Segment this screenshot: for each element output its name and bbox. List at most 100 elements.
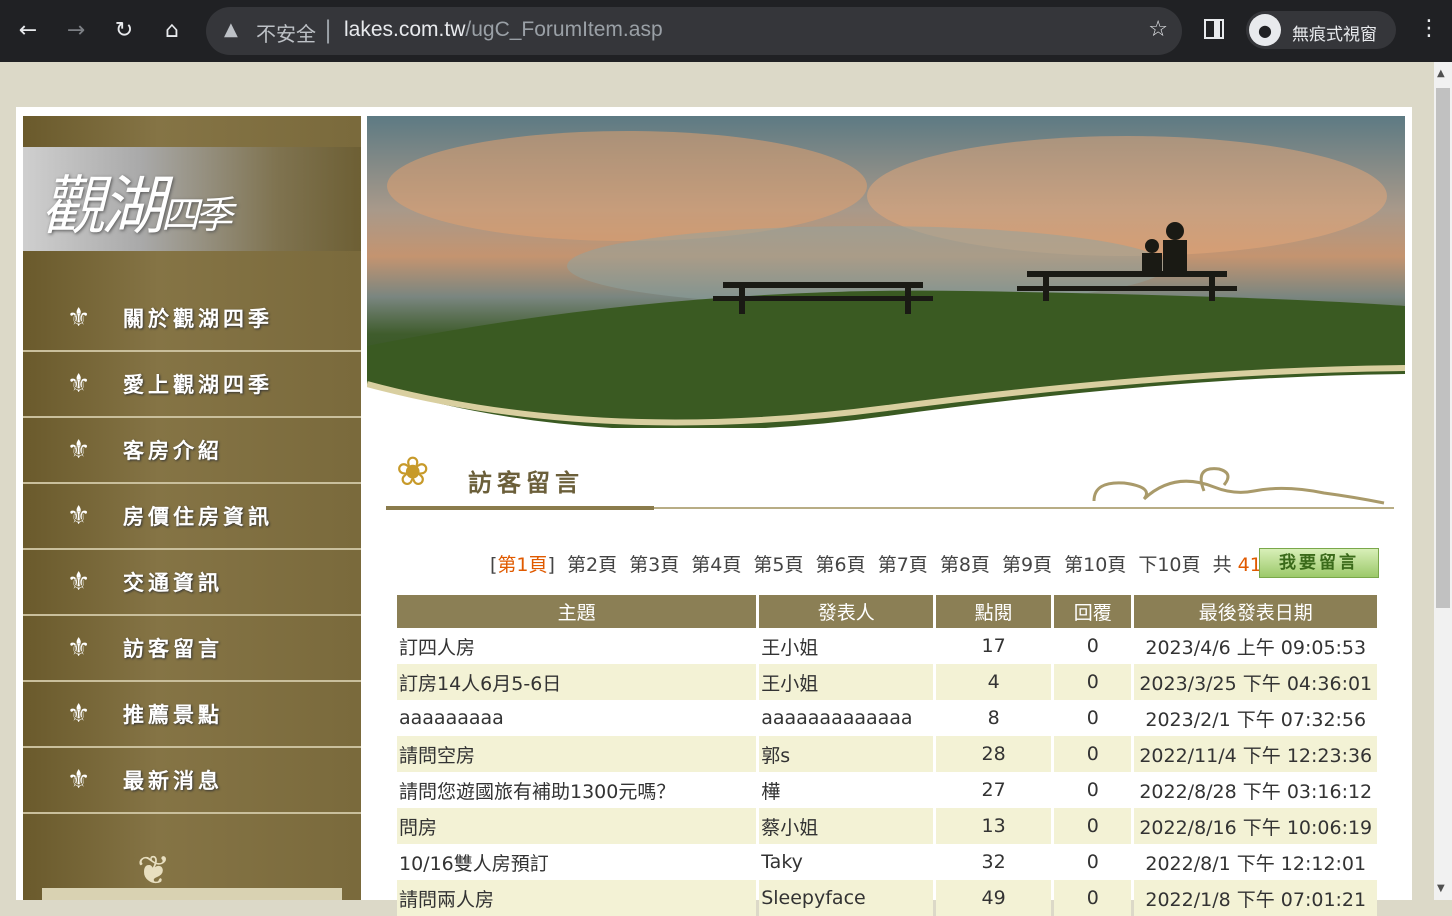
fleur-de-lis-icon: ⚜	[67, 369, 91, 399]
sidebar: 觀湖四季 ⚜ 關於觀湖四季 ⚜ 愛上觀湖四季 ⚜ 客房介紹 ⚜ 房價住房資訊 ⚜ 交通資訊…	[23, 116, 361, 900]
incognito-badge[interactable]: ● 無痕式視窗	[1246, 11, 1396, 49]
side-panel-icon[interactable]	[1204, 19, 1224, 39]
incognito-label: 無痕式視窗	[1292, 25, 1377, 44]
post-replies: 0	[1054, 880, 1132, 916]
post-date: 2023/2/1 下午 07:32:56	[1145, 708, 1367, 731]
column-header-views: 點閱	[936, 595, 1051, 628]
page-container: 觀湖四季 ⚜ 關於觀湖四季 ⚜ 愛上觀湖四季 ⚜ 客房介紹 ⚜ 房價住房資訊 ⚜ 交通資訊…	[16, 107, 1412, 916]
post-replies: 0	[1086, 779, 1099, 801]
table-row: 訂四人房 王小姐 17 0 2023/4/6 上午 09:05:53	[397, 628, 1377, 664]
sidebar-item-label: 訪客留言	[123, 637, 223, 661]
table-row: aaaaaaaaa aaaaaaaaaaaaa 8 0 2023/2/1 下午 …	[397, 700, 1377, 736]
sidebar-item-love[interactable]: ⚜ 愛上觀湖四季	[23, 352, 361, 418]
fleur-de-lis-icon: ⚜	[67, 435, 91, 465]
fleur-de-lis-icon: ⚜	[67, 699, 91, 729]
table-row: 請問兩人房 Sleepyface 49 0 2022/1/8 下午 07:01:…	[397, 880, 1377, 916]
column-header-author: 發表人	[759, 595, 934, 628]
section-title: 訪客留言	[468, 469, 584, 497]
site-logo[interactable]: 觀湖四季	[23, 147, 361, 251]
post-views: 32	[981, 851, 1006, 873]
scroll-down-icon[interactable]: ▼	[1437, 883, 1445, 894]
sidebar-bottom-panel	[42, 888, 342, 900]
back-icon[interactable]: ←	[12, 14, 44, 46]
sidebar-item-traffic[interactable]: ⚜ 交通資訊	[23, 550, 361, 616]
banner-illustration	[367, 131, 1405, 428]
swirl-ornament-icon	[1092, 467, 1385, 505]
reload-icon[interactable]: ↻	[108, 14, 140, 46]
pager-link-5[interactable]: 第5頁	[753, 554, 803, 576]
post-replies: 0	[1086, 851, 1099, 873]
sidebar-item-label: 關於觀湖四季	[123, 307, 273, 331]
scroll-up-icon[interactable]: ▲	[1437, 68, 1445, 79]
post-date: 2022/8/28 下午 03:16:12	[1139, 780, 1373, 803]
sidebar-item-about[interactable]: ⚜ 關於觀湖四季	[23, 286, 361, 352]
logo-main: 觀湖	[41, 170, 165, 244]
sidebar-item-rooms[interactable]: ⚜ 客房介紹	[23, 418, 361, 484]
pager-link-10[interactable]: 第10頁	[1064, 554, 1126, 576]
pager-link-8[interactable]: 第8頁	[940, 554, 990, 576]
post-date: 2022/11/4 下午 12:23:36	[1134, 736, 1377, 772]
post-subject-link[interactable]: 請問空房	[397, 736, 757, 772]
column-header-date: 最後發表日期	[1134, 595, 1377, 628]
post-subject-link[interactable]: 問房	[397, 808, 757, 844]
sidebar-item-prices[interactable]: ⚜ 房價住房資訊	[23, 484, 361, 550]
sidebar-menu: ⚜ 關於觀湖四季 ⚜ 愛上觀湖四季 ⚜ 客房介紹 ⚜ 房價住房資訊 ⚜ 交通資訊 ⚜ 訪客留…	[23, 286, 361, 814]
pager-link-4[interactable]: 第4頁	[691, 554, 741, 576]
post-date: 2023/4/6 上午 09:05:53	[1145, 636, 1367, 659]
post-views: 13	[936, 808, 1051, 844]
fleur-de-lis-icon: ⚜	[67, 633, 91, 663]
warning-icon: ▲	[224, 19, 238, 40]
pager-next-10[interactable]: 下10頁	[1138, 554, 1200, 576]
post-subject-link[interactable]: 10/16雙人房預訂	[397, 844, 756, 880]
address-bar[interactable]: ▲ 不安全 | lakes.com.tw/ugC_ForumItem.asp ☆	[206, 7, 1182, 55]
page-scrollbar[interactable]: ▲ ▼	[1434, 62, 1452, 900]
post-views: 27	[981, 779, 1006, 801]
bookmark-star-icon[interactable]: ☆	[1148, 17, 1168, 42]
post-subject-link[interactable]: 訂房14人6月5-6日	[397, 664, 757, 700]
post-date: 2022/8/16 下午 10:06:19	[1134, 808, 1377, 844]
pager-link-3[interactable]: 第3頁	[629, 554, 679, 576]
more-menu-icon[interactable]: ⋮	[1418, 16, 1440, 41]
post-replies: 0	[1054, 736, 1132, 772]
post-date: 2022/8/1 下午 12:12:01	[1145, 852, 1367, 875]
home-icon[interactable]: ⌂	[156, 14, 188, 46]
pager-total-prefix: 共	[1212, 554, 1232, 576]
post-replies: 0	[1054, 664, 1132, 700]
pager-link-7[interactable]: 第7頁	[878, 554, 928, 576]
sidebar-item-news[interactable]: ⚜ 最新消息	[23, 748, 361, 814]
sidebar-item-attractions[interactable]: ⚜ 推薦景點	[23, 682, 361, 748]
url-host: lakes.com.tw	[344, 18, 466, 41]
post-replies: 0	[1086, 635, 1099, 657]
section-header: ❀ 訪客留言	[386, 443, 1394, 513]
insecure-label: 不安全	[256, 24, 316, 46]
logo-text: 觀湖四季	[41, 155, 233, 247]
table-row: 請問您遊國旅有補助1300元嗎？ 樺 27 0 2022/8/28 下午 03:…	[397, 772, 1377, 808]
url-path: /ugC_ForumItem.asp	[465, 18, 663, 41]
post-replies: 0	[1086, 707, 1099, 729]
sidebar-item-label: 交通資訊	[123, 571, 223, 595]
post-author: aaaaaaaaaaaaa	[761, 707, 913, 729]
header-banner	[367, 116, 1405, 428]
post-subject-link[interactable]: 請問您遊國旅有補助1300元嗎？	[397, 772, 756, 808]
table-row: 請問空房 郭s 28 0 2022/11/4 下午 12:23:36	[397, 736, 1377, 772]
pager-link-2[interactable]: 第2頁	[567, 554, 617, 576]
section-divider-accent	[386, 506, 654, 510]
pager-link-9[interactable]: 第9頁	[1002, 554, 1052, 576]
scroll-thumb[interactable]	[1436, 88, 1450, 608]
sidebar-item-guestbook[interactable]: ⚜ 訪客留言	[23, 616, 361, 682]
post-author: Taky	[761, 851, 803, 873]
post-author: 王小姐	[761, 636, 819, 659]
pager-current-page: 第1頁	[497, 554, 548, 576]
post-subject-link[interactable]: aaaaaaaaa	[397, 700, 756, 736]
column-header-replies: 回覆	[1054, 595, 1132, 628]
forum-table: 主題 發表人 點閱 回覆 最後發表日期 訂四人房 王小姐 17 0 2023/4…	[394, 595, 1380, 916]
post-subject-link[interactable]: 請問兩人房	[397, 880, 757, 916]
url-text[interactable]: lakes.com.tw/ugC_ForumItem.asp	[344, 18, 663, 42]
post-message-button[interactable]: 我要留言	[1259, 548, 1379, 578]
post-author: 郭s	[759, 736, 934, 772]
pager-link-6[interactable]: 第6頁	[816, 554, 866, 576]
post-subject-link[interactable]: 訂四人房	[397, 628, 756, 664]
post-date: 2023/3/25 下午 04:36:01	[1134, 664, 1377, 700]
post-date: 2022/1/8 下午 07:01:21	[1134, 880, 1377, 916]
forward-icon[interactable]: →	[60, 14, 92, 46]
